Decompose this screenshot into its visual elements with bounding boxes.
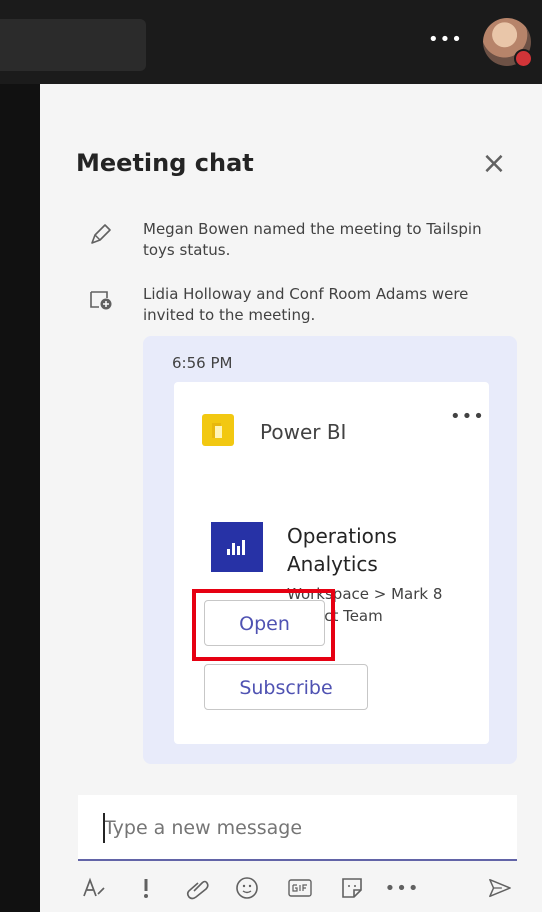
more-icon[interactable]: ••• [428, 28, 462, 52]
compose-box[interactable] [78, 795, 517, 861]
avatar[interactable] [483, 18, 533, 68]
system-message: Lidia Holloway and Conf Room Adams were … [86, 284, 496, 330]
left-rail [0, 84, 40, 912]
calendar-invite-icon [86, 286, 114, 314]
attach-icon[interactable] [186, 876, 210, 900]
power-bi-icon [202, 414, 234, 446]
send-icon[interactable] [488, 876, 512, 900]
presence-busy-icon [514, 49, 533, 68]
report-icon-bar [237, 546, 240, 555]
important-icon[interactable] [134, 876, 158, 900]
message-time: 6:56 PM [172, 354, 233, 372]
panel-title: Meeting chat [76, 149, 254, 177]
report-icon-bar [232, 543, 235, 555]
report-icon-bar [242, 540, 245, 555]
close-icon[interactable]: × [480, 149, 508, 179]
system-message-text: Megan Bowen named the meeting to Tailspi… [143, 220, 482, 259]
app-name: Power BI [260, 420, 347, 444]
open-button-highlight [192, 589, 335, 661]
more-options-icon[interactable]: ••• [385, 876, 419, 900]
pencil-icon [86, 221, 114, 249]
report-icon [211, 522, 263, 572]
subscribe-button[interactable]: Subscribe [204, 664, 368, 710]
top-bar: ••• [0, 0, 542, 84]
report-icon-bar [227, 549, 230, 555]
more-icon[interactable]: ••• [450, 406, 485, 427]
emoji-icon[interactable] [235, 876, 259, 900]
format-icon[interactable] [82, 876, 106, 900]
report-title[interactable]: Operations Analytics [287, 522, 462, 578]
system-message: Megan Bowen named the meeting to Tailspi… [86, 219, 496, 265]
sticker-icon[interactable] [340, 876, 364, 900]
search-box[interactable] [0, 19, 146, 71]
text-caret [103, 813, 105, 843]
system-message-text: Lidia Holloway and Conf Room Adams were … [143, 285, 469, 324]
message-input[interactable] [102, 812, 496, 844]
message-bubble: 6:56 PM Power BI ••• Operations Analytic… [143, 336, 517, 764]
power-bi-card: Power BI ••• Operations Analytics Worksp… [174, 382, 489, 744]
gif-icon[interactable] [288, 876, 312, 900]
